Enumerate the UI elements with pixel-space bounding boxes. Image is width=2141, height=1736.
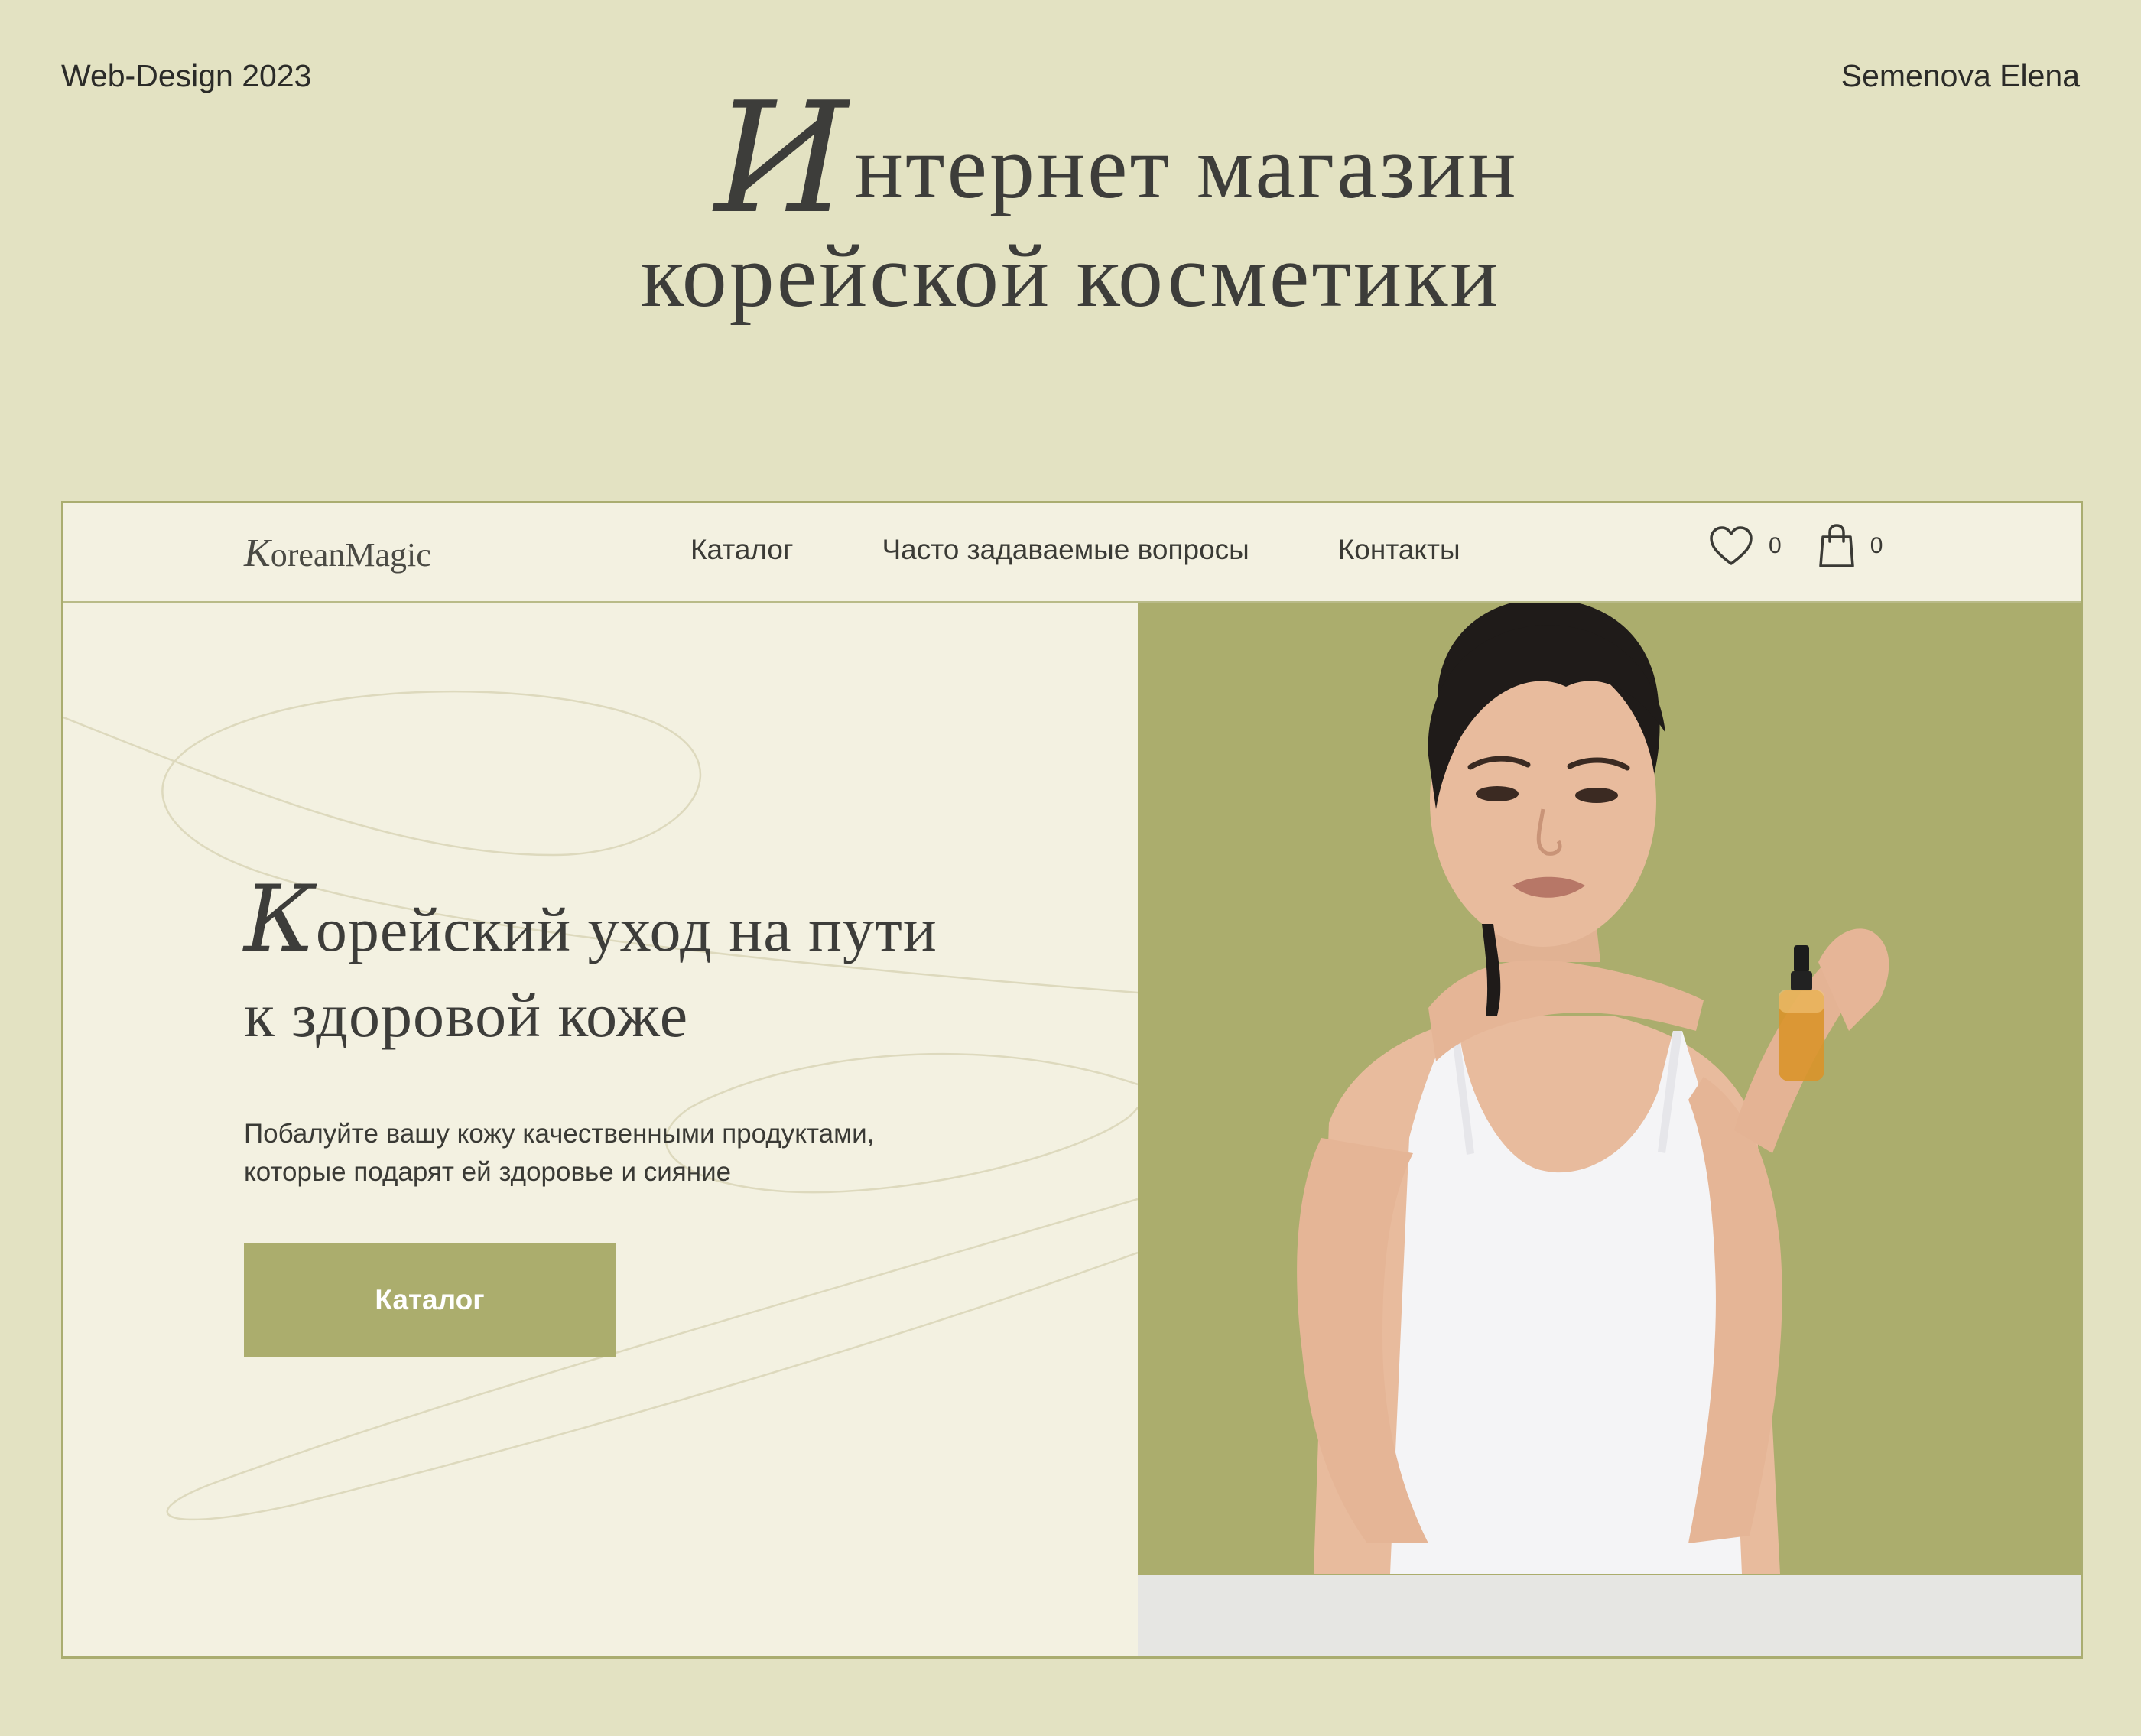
site-logo[interactable]: KoreanMagic [244, 531, 431, 576]
hero-title-line-1: Корейский уход на пути [244, 874, 1131, 973]
nav-icons: 0 0 [1709, 523, 1883, 569]
wishlist-button[interactable]: 0 [1709, 525, 1782, 567]
logo-text: oreanMagic [270, 536, 431, 574]
shopping-bag-icon [1818, 524, 1854, 567]
hero-subtitle-line-1: Побалуйте вашу кожу качественными продук… [244, 1119, 875, 1149]
hero-text-panel: Корейский уход на пути к здоровой коже П… [63, 603, 1138, 1656]
corner-label-right: Semenova Elena [1840, 58, 2080, 93]
catalog-cta-button[interactable]: Каталог [244, 1243, 616, 1357]
page-title-line-1: Интернет магазин [0, 83, 2141, 236]
page-title-line-2: корейской косметики [640, 226, 1501, 326]
cart-button[interactable]: 0 [1818, 523, 1883, 569]
wishlist-count: 0 [1769, 533, 1782, 558]
corner-label-left: Web-Design 2023 [61, 58, 312, 93]
hero-subtitle-line-2: которые подарят ей здоровье и сияние [244, 1157, 732, 1187]
nav-item-contacts[interactable]: Контакты [1338, 534, 1460, 566]
hero-photo-panel [1138, 603, 2081, 1656]
nav-item-faq[interactable]: Часто задаваемые вопросы [882, 534, 1249, 566]
page-title-initial: И [714, 70, 850, 248]
nav-menu: Каталог Часто задаваемые вопросы Контакт… [690, 534, 1460, 566]
nav-item-catalog[interactable]: Каталог [690, 534, 794, 566]
hero-subtitle: Побалуйте вашу кожу качественными продук… [244, 1115, 1009, 1191]
page-title: Интернет магазин корейской косметики [0, 83, 2141, 330]
cart-count: 0 [1870, 533, 1883, 558]
hero-title-line-2: к здоровой коже [244, 980, 689, 1050]
site-navbar: KoreanMagic Каталог Часто задаваемые воп… [63, 503, 2081, 603]
logo-initial: K [244, 532, 271, 575]
page-title-line-1-text: нтернет магазин [854, 117, 1519, 217]
hero-title: Корейский уход на пути к здоровой коже [244, 874, 1131, 1058]
hero-title-initial: К [244, 866, 316, 973]
website-mockup: KoreanMagic Каталог Часто задаваемые воп… [61, 501, 2083, 1659]
hero-title-line-1-text: орейский уход на пути [315, 895, 937, 964]
heart-icon [1710, 526, 1753, 565]
model-photo [1297, 603, 1889, 1574]
